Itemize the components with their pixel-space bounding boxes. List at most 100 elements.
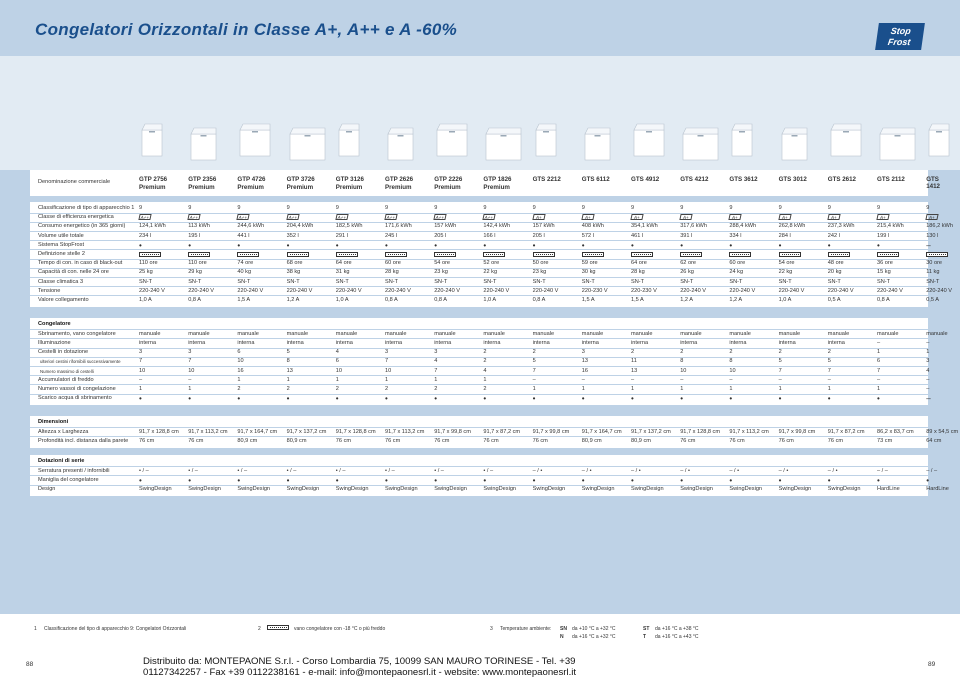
model-name: GTP 3726	[286, 176, 315, 183]
spec-value: HardLine	[926, 486, 949, 493]
model-name: GTP 1826	[483, 176, 512, 183]
spec-value: SN-T	[926, 278, 940, 285]
spec-value: manuale	[926, 330, 948, 337]
spec-value: 76 cm	[729, 438, 745, 444]
spec-value: •	[237, 394, 241, 404]
distributor-info: Distribuito da: MONTEPAONE S.r.l. - Cors…	[143, 656, 623, 678]
chest-freezer-image	[436, 120, 468, 158]
spec-table-congelatore: Congelatore Sbrinamento, vano congelatore…	[30, 318, 948, 406]
model-name: GTP 4726	[237, 176, 266, 183]
spec-row: Scarico acqua di sbrinamento • • • • • • • • • • • •…	[30, 394, 931, 404]
spec-value: •	[581, 394, 585, 404]
spec-value: •	[680, 394, 683, 404]
spec-value: 80,9 cm	[286, 438, 307, 444]
spec-value: •	[778, 394, 782, 404]
spec-label: Scarico acqua di sbrinamento	[38, 395, 112, 402]
spec-value: 76 cm	[188, 438, 204, 444]
chest-freezer-image	[879, 124, 916, 162]
star-rating-icon	[237, 252, 260, 258]
section-title: Dotazioni di serie	[38, 458, 85, 464]
energy-class-badge: A++	[384, 214, 398, 221]
model-name: GTP 2356	[188, 176, 217, 183]
climate-sn-text: da +10 °C a +32 °C	[572, 626, 616, 632]
spec-table-dotazioni: Dotazioni di serie Serratura presenti / i…	[30, 455, 949, 497]
footnote-3-text: Temperature ambiente:	[500, 626, 552, 632]
energy-class-badge: A++	[482, 214, 497, 221]
denominazione-label: Denominazione commerciale	[38, 179, 111, 185]
spec-value: 89 x 54,5 cm	[926, 428, 959, 435]
star-rating-icon	[581, 252, 604, 258]
energy-class-badge: A++	[335, 214, 349, 221]
spec-label: Valore collegamento	[38, 297, 89, 303]
title-bar: Congelatori Orizzontali in Classe A+, A+…	[0, 0, 960, 56]
star-rating-icon	[434, 252, 457, 258]
footnote-1-text: Classificazione del tipo di apparecchio …	[44, 626, 187, 632]
model-subline: Premium	[286, 184, 314, 191]
energy-class-badge: A++	[433, 214, 447, 221]
energy-class-badge: A++	[138, 214, 152, 221]
model-name: GTP 3126	[335, 176, 364, 183]
star-rating-icon	[631, 252, 653, 258]
distributor-line-2: 01127342257 - Fax +39 0112238161 - e-mai…	[143, 667, 577, 678]
spec-value: •	[483, 394, 487, 404]
spec-value: 76 cm	[139, 438, 155, 444]
spec-row: Profondità incl. distanza dalla parete 76…	[30, 437, 941, 446]
spec-label: Profondità incl. distanza dalla parete	[38, 438, 129, 444]
chest-freezer-image	[928, 120, 950, 158]
spec-value: •	[335, 394, 339, 404]
spec-value: 76 cm	[680, 438, 696, 444]
spec-value: SwingDesign	[532, 486, 566, 493]
star-rating-icon	[680, 252, 703, 258]
footnote-2-number: 2	[258, 626, 261, 632]
star-rating-icon	[335, 252, 358, 258]
spec-value: 30 ore	[926, 260, 943, 267]
chest-freezer-image	[338, 120, 360, 158]
footnote-2-text: vano congelatore con -18 °C o più freddo	[294, 626, 386, 632]
spec-value: 1,0 A	[139, 297, 152, 303]
spec-value: 0,8 A	[532, 297, 546, 303]
spec-row: Valore collegamento 1,0 A 0,8 A 1,5 A 1,2 A 1…	[30, 296, 939, 305]
spec-value: –	[926, 394, 931, 404]
spec-value: SwingDesign	[434, 486, 467, 493]
model-subline: Premium	[335, 184, 363, 191]
spec-value: 76 cm	[335, 438, 352, 444]
spec-value: 0,8 A	[434, 297, 447, 303]
spec-value: 76 cm	[827, 438, 844, 444]
star-rating-icon	[729, 252, 752, 258]
spec-value: SwingDesign	[483, 486, 517, 493]
climate-sn-code: SN	[560, 626, 567, 632]
product-images-band	[0, 56, 960, 170]
spec-value: 0,8 A	[877, 297, 890, 303]
chest-freezer-image	[239, 120, 271, 158]
climate-t-code: T	[643, 634, 647, 640]
spec-value: 0,8 A	[385, 297, 398, 303]
spec-value: •	[434, 394, 437, 404]
model-subline: Premium	[188, 184, 215, 191]
spec-row: Design SwingDesign SwingDesign SwingDesign S…	[30, 485, 949, 494]
energy-class-badge: A+	[679, 214, 693, 221]
star-rating-icon	[532, 252, 555, 258]
model-name: GTS 2112	[877, 176, 905, 183]
model-name: GTS 6112	[581, 176, 610, 183]
energy-class-badge: A++	[236, 214, 251, 221]
spec-value: SwingDesign	[237, 486, 271, 493]
spec-value: SwingDesign	[631, 486, 664, 493]
star-rating-icon	[827, 252, 850, 258]
model-name: GTS 4212	[680, 176, 709, 183]
spec-value: 1,2 A	[680, 297, 693, 303]
spec-value: 76 cm	[483, 438, 499, 444]
page-number-left: 88	[26, 661, 34, 668]
star-rating-icon	[877, 252, 899, 258]
chest-freezer-image	[535, 120, 557, 158]
climate-st-text: da +16 °C a +38 °C	[655, 626, 699, 632]
spec-value: •	[286, 394, 290, 404]
page-title: Congelatori Orizzontali in Classe A+, A+…	[35, 20, 458, 39]
chest-freezer-image	[633, 120, 665, 158]
spec-value: 76 cm	[532, 438, 548, 444]
page-number-right: 89	[928, 661, 936, 668]
logo-line-2: Frost	[887, 37, 912, 47]
spec-value: SwingDesign	[286, 486, 320, 493]
climate-t-text: da +16 °C a +43 °C	[655, 634, 699, 640]
spec-value: 1,0 A	[778, 297, 792, 303]
spec-value: SwingDesign	[581, 486, 615, 493]
